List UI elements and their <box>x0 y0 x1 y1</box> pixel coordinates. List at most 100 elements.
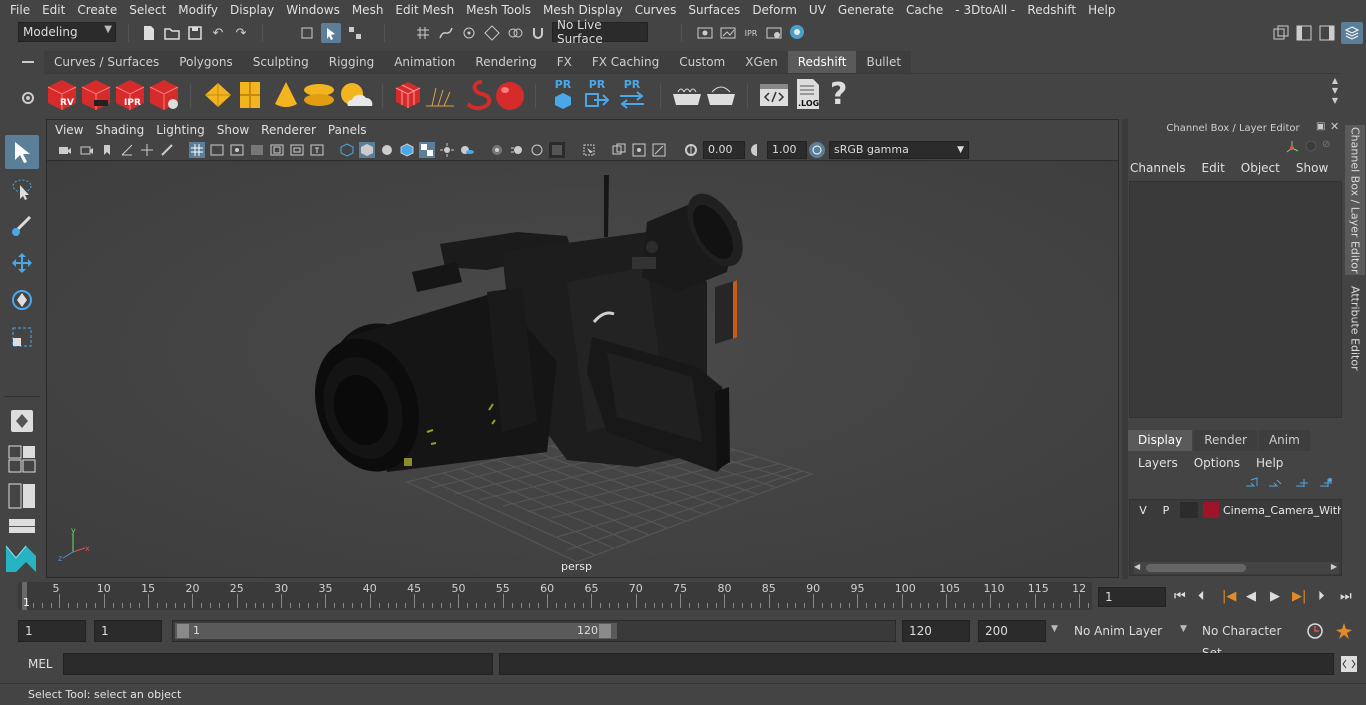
render-settings-icon[interactable] <box>765 24 783 42</box>
open-scene-icon[interactable] <box>163 24 181 42</box>
snap-live-icon[interactable] <box>506 24 524 42</box>
layout-two-pane-icon[interactable] <box>8 483 36 512</box>
pr-mesh-icon[interactable]: PR <box>552 78 574 112</box>
toggle-sidebar-icon[interactable] <box>1318 24 1336 42</box>
lasso-tool-icon[interactable] <box>5 172 39 206</box>
rect-light-icon[interactable] <box>202 80 234 113</box>
scene-start-field[interactable]: 1 <box>18 620 86 642</box>
go-to-start-icon[interactable]: ⏮ <box>1174 589 1186 604</box>
snap-grid-icon[interactable] <box>414 24 432 42</box>
bake-icon[interactable] <box>670 82 704 111</box>
menu-3dtoall[interactable]: - 3DtoAll - <box>949 3 1021 17</box>
channel-list[interactable] <box>1129 181 1342 418</box>
panel-menu-lighting[interactable]: Lighting <box>150 123 211 137</box>
tab-redshift[interactable]: Redshift <box>787 51 857 73</box>
layout-quad-icon[interactable] <box>8 445 36 476</box>
menu-generate[interactable]: Generate <box>832 3 900 17</box>
last-tool-icon[interactable] <box>5 404 39 438</box>
film-gate-icon[interactable] <box>209 142 225 158</box>
menu-mesh-tools[interactable]: Mesh Tools <box>460 3 537 17</box>
depth-of-field-icon[interactable] <box>549 142 565 158</box>
range-end-handle[interactable] <box>599 624 611 638</box>
volume-icon[interactable] <box>462 78 492 115</box>
scroll-left-icon[interactable]: ◀ <box>1134 562 1140 571</box>
wireframe-on-shaded-icon[interactable] <box>399 142 415 158</box>
save-scene-icon[interactable] <box>186 24 204 42</box>
gear-icon[interactable] <box>20 90 36 109</box>
view-transform-select[interactable]: sRGB gamma ▼ <box>829 141 969 159</box>
menu-select[interactable]: Select <box>123 3 172 17</box>
menu-modify[interactable]: Modify <box>172 3 224 17</box>
tab-attribute-editor[interactable]: Attribute Editor <box>1345 283 1365 373</box>
snap-view-plane-icon[interactable] <box>483 24 501 42</box>
shadows-icon[interactable] <box>459 142 475 158</box>
layer-visibility-toggle[interactable]: V <box>1134 502 1152 518</box>
scene-end-field[interactable]: 200 <box>978 620 1046 642</box>
render-history-icon[interactable] <box>696 24 714 42</box>
workspace-icon[interactable] <box>1272 24 1290 42</box>
safe-title-icon[interactable] <box>309 142 325 158</box>
layer-display-type-toggle[interactable] <box>1180 502 1198 518</box>
new-scene-icon[interactable] <box>140 24 158 42</box>
tab-animation[interactable]: Animation <box>384 51 466 73</box>
layer-horizontal-scrollbar[interactable]: ◀ ▶ <box>1134 562 1339 574</box>
xray-icon[interactable] <box>611 142 627 158</box>
field-chart-icon[interactable] <box>269 142 285 158</box>
use-default-material-icon[interactable] <box>379 142 395 158</box>
gamma-field[interactable]: 1.00 <box>767 141 807 159</box>
anim-preferences-icon[interactable] <box>1334 621 1354 644</box>
menu-display[interactable]: Display <box>224 3 280 17</box>
panel-menu-renderer[interactable]: Renderer <box>255 123 322 137</box>
panel-menu-show[interactable]: Show <box>211 123 255 137</box>
menu-deform[interactable]: Deform <box>746 3 803 17</box>
layer-name[interactable]: Cinema_Camera_With_ <box>1223 502 1341 518</box>
layer-menu-help[interactable]: Help <box>1256 456 1283 470</box>
layer-menu-options[interactable]: Options <box>1194 456 1240 470</box>
select-component-icon[interactable] <box>346 24 364 42</box>
tab-fx[interactable]: FX <box>546 51 582 73</box>
bookmark-icon[interactable] <box>99 142 115 158</box>
script-editor-icon[interactable] <box>758 80 790 113</box>
tab-sculpting[interactable]: Sculpting <box>242 51 319 73</box>
scale-tool-icon[interactable] <box>5 320 39 354</box>
magnet-icon[interactable] <box>529 24 547 42</box>
redshift-render-view-icon[interactable]: RV <box>46 78 78 112</box>
speed-icon[interactable] <box>1304 139 1318 156</box>
tab-bullet[interactable]: Bullet <box>856 51 912 73</box>
move-tool-icon[interactable] <box>5 246 39 280</box>
select-hierarchy-icon[interactable] <box>298 24 316 42</box>
rotate-tool-icon[interactable] <box>5 283 39 317</box>
script-editor-icon[interactable] <box>1340 655 1358 676</box>
menu-surfaces[interactable]: Surfaces <box>682 3 746 17</box>
time-slider[interactable]: 5 10 15 20 25 30 35 40 45 50 55 60 65 70 75 80 85 90 95 100… <box>18 582 1092 610</box>
cb-menu-edit[interactable]: Edit <box>1202 161 1225 175</box>
step-forward-key-icon[interactable]: ▶| <box>1292 589 1306 604</box>
tab-channel-box-layer-editor[interactable]: Channel Box / Layer Editor <box>1345 125 1365 275</box>
layout-outliner-icon[interactable] <box>8 518 36 537</box>
sun-sky-icon[interactable] <box>338 80 374 113</box>
float-window-icon[interactable]: ▣ <box>1316 121 1325 132</box>
gate-mask-icon[interactable] <box>249 142 265 158</box>
scroll-right-icon[interactable]: ▶ <box>1331 562 1337 571</box>
motion-blur-icon[interactable] <box>509 142 525 158</box>
menu-mesh-display[interactable]: Mesh Display <box>537 3 629 17</box>
new-empty-layer-icon[interactable] <box>1294 476 1310 493</box>
play-forwards-icon[interactable]: ▶ <box>1270 589 1280 604</box>
step-back-key-icon[interactable]: |◀ <box>1222 589 1236 604</box>
tab-render-layers[interactable]: Render <box>1194 430 1257 451</box>
menu-edit[interactable]: Edit <box>36 3 71 17</box>
chevron-down-icon[interactable]: ▼ <box>1051 624 1058 634</box>
menu-curves[interactable]: Curves <box>629 3 683 17</box>
chevron-down-icon[interactable]: ▼ <box>1180 624 1187 634</box>
panel-menu-shading[interactable]: Shading <box>89 123 150 137</box>
menu-uv[interactable]: UV <box>803 3 832 17</box>
panel-divider[interactable] <box>1122 119 1128 579</box>
layer-row[interactable]: V P Cinema_Camera_With_ <box>1130 500 1341 520</box>
menu-mesh[interactable]: Mesh <box>346 3 390 17</box>
range-slider[interactable]: 1 120 <box>172 620 896 642</box>
range-slider-fill[interactable] <box>175 623 617 639</box>
tab-rigging[interactable]: Rigging <box>318 51 385 73</box>
new-layer-selected-icon[interactable] <box>1318 476 1334 493</box>
sphere-icon[interactable] <box>494 80 526 115</box>
playback-start-field[interactable]: 1 <box>94 620 162 642</box>
